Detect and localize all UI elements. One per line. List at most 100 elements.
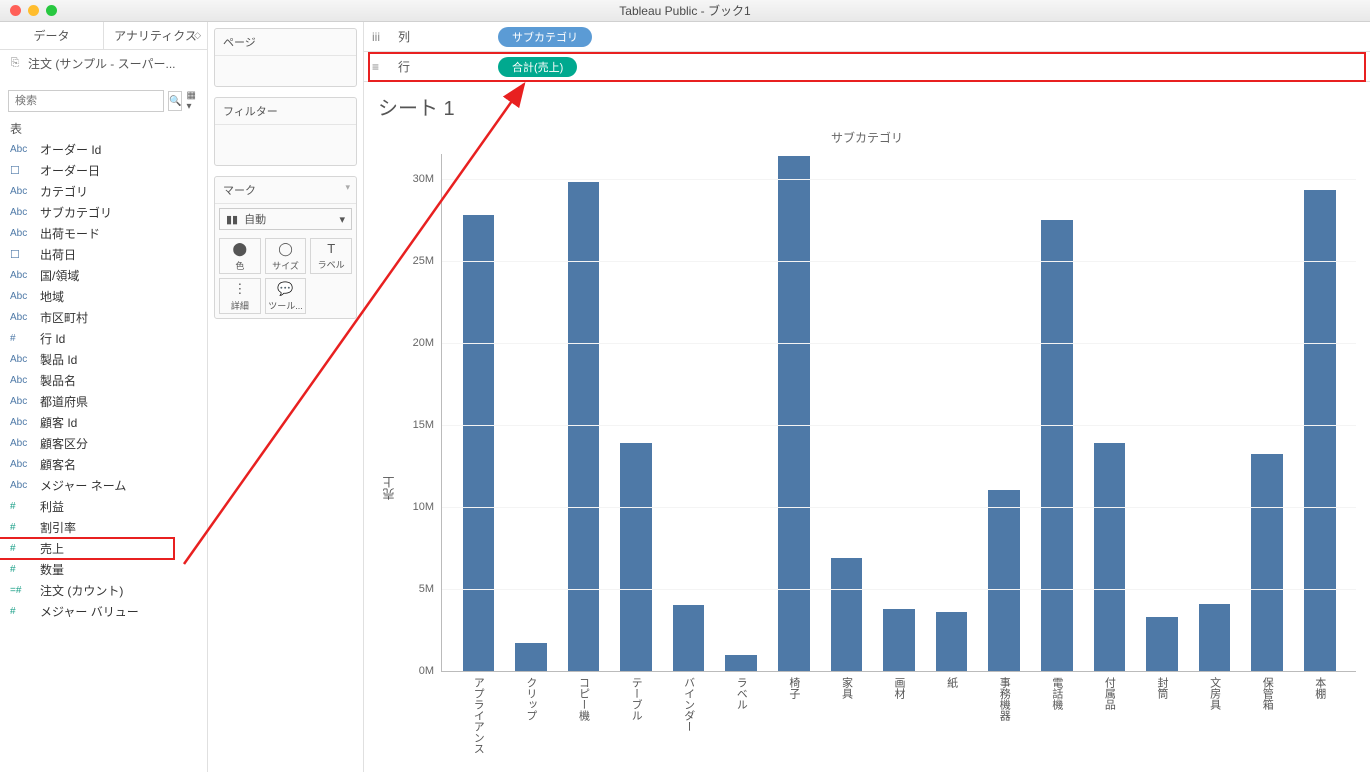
- bar-文房具[interactable]: [1199, 604, 1231, 671]
- field-サブカテゴリ[interactable]: Abcサブカテゴリ: [0, 202, 207, 223]
- field-注文 (カウント)[interactable]: =#注文 (カウント): [0, 580, 207, 601]
- x-label: バインダー: [662, 673, 715, 763]
- text-icon: Abc: [10, 417, 32, 428]
- filters-shelf-label: フィルター: [223, 106, 278, 118]
- field-売上[interactable]: #売上: [0, 538, 207, 559]
- tab-analytics-label: アナリティクス: [114, 27, 197, 44]
- filters-shelf[interactable]: フィルター: [214, 97, 357, 166]
- field-利益[interactable]: #利益: [0, 496, 207, 517]
- chevron-icon: ◇: [194, 30, 201, 41]
- mark-button-色[interactable]: ⬤色: [219, 238, 261, 274]
- field-割引率[interactable]: #割引率: [0, 517, 207, 538]
- bar-クリップ[interactable]: [515, 643, 547, 671]
- plot-area[interactable]: 0M5M10M15M20M25M30M アプライアンスクリップコピー機テーブルバ…: [441, 154, 1356, 672]
- pill-sum-sales-label: 合計(売上): [512, 59, 563, 75]
- field-label: カテゴリ: [40, 183, 197, 200]
- rows-label: 行: [398, 58, 488, 75]
- field-顧客 Id[interactable]: Abc顧客 Id: [0, 412, 207, 433]
- calendar-icon: ☐: [10, 248, 32, 261]
- bar-slot: [662, 154, 715, 671]
- number-icon: #: [10, 333, 32, 344]
- columns-shelf[interactable]: iii 列 サブカテゴリ: [364, 22, 1370, 52]
- field-label: 数量: [40, 561, 197, 578]
- y-tick: 20M: [413, 337, 434, 349]
- field-都道府県[interactable]: Abc都道府県: [0, 391, 207, 412]
- bar-椅子[interactable]: [778, 156, 810, 671]
- bar-事務機器[interactable]: [988, 490, 1020, 671]
- bar-バインダー[interactable]: [673, 605, 705, 671]
- bar-slot: [557, 154, 610, 671]
- mark-type-label: 自動: [244, 211, 266, 227]
- bar-slot: [873, 154, 926, 671]
- bar-slot: [820, 154, 873, 671]
- tab-analytics[interactable]: アナリティクス◇: [104, 22, 207, 49]
- field-数量[interactable]: #数量: [0, 559, 207, 580]
- text-icon: Abc: [10, 312, 32, 323]
- mark-type-dropdown[interactable]: ▮▮自動 ▾: [219, 208, 352, 230]
- text-icon: Abc: [10, 207, 32, 218]
- bar-画材[interactable]: [883, 609, 915, 671]
- sheet-title[interactable]: シート 1: [364, 82, 1370, 125]
- pill-subcategory[interactable]: サブカテゴリ: [498, 27, 592, 47]
- field-市区町村[interactable]: Abc市区町村: [0, 307, 207, 328]
- field-顧客名[interactable]: Abc顧客名: [0, 454, 207, 475]
- bar-保管箱[interactable]: [1251, 454, 1283, 671]
- bar-電話機[interactable]: [1041, 220, 1073, 671]
- number-icon: #: [10, 522, 32, 533]
- mark-button-ラベル[interactable]: Tラベル: [310, 238, 352, 274]
- text-icon: Abc: [10, 480, 32, 491]
- field-メジャー ネーム[interactable]: Abcメジャー ネーム: [0, 475, 207, 496]
- pill-sum-sales[interactable]: 合計(売上): [498, 57, 577, 77]
- x-label: 本棚: [1294, 673, 1347, 763]
- tab-data[interactable]: データ: [0, 22, 104, 49]
- window-title: Tableau Public - ブック1: [0, 2, 1370, 19]
- bar-slot: [505, 154, 558, 671]
- x-label: 付属品: [1083, 673, 1136, 763]
- bar-slot: [978, 154, 1031, 671]
- field-label: 顧客名: [40, 456, 197, 473]
- bar-slot: [925, 154, 978, 671]
- field-オーダー日[interactable]: ☐オーダー日: [0, 160, 207, 181]
- bar-コピー機[interactable]: [568, 182, 600, 671]
- worksheet-area: iii 列 サブカテゴリ ≡ 行 合計(売上) シート 1 サブカテゴリ 売上 …: [364, 22, 1370, 772]
- text-icon: Abc: [10, 144, 32, 155]
- x-label: 文房具: [1188, 673, 1241, 763]
- field-label: 行 Id: [40, 330, 197, 347]
- bar-slot: [768, 154, 821, 671]
- mark-button-ツール...[interactable]: 💬ツール...: [265, 278, 307, 314]
- field-国/領域[interactable]: Abc国/領域: [0, 265, 207, 286]
- bar-アプライアンス[interactable]: [463, 215, 495, 671]
- field-製品名[interactable]: Abc製品名: [0, 370, 207, 391]
- bar-テーブル[interactable]: [620, 443, 652, 671]
- search-icon[interactable]: 🔍: [168, 91, 182, 111]
- bar-家具[interactable]: [831, 558, 863, 671]
- field-出荷モード[interactable]: Abc出荷モード: [0, 223, 207, 244]
- view-list-icon[interactable]: ▦ ▾: [186, 91, 199, 111]
- bar-本棚[interactable]: [1304, 190, 1336, 671]
- field-メジャー バリュー[interactable]: #メジャー バリュー: [0, 601, 207, 622]
- datasource-row[interactable]: ⎘ 注文 (サンプル - スーパー...: [0, 50, 207, 76]
- search-input[interactable]: [8, 90, 164, 112]
- mark-label: 詳細: [231, 299, 249, 312]
- field-顧客区分[interactable]: Abc顧客区分: [0, 433, 207, 454]
- field-オーダー Id[interactable]: Abcオーダー Id: [0, 139, 207, 160]
- mark-button-サイズ[interactable]: ◯サイズ: [265, 238, 307, 274]
- field-出荷日[interactable]: ☐出荷日: [0, 244, 207, 265]
- bar-ラベル[interactable]: [725, 655, 757, 671]
- bar-紙[interactable]: [936, 612, 968, 671]
- field-製品 Id[interactable]: Abc製品 Id: [0, 349, 207, 370]
- mark-icon: ⋮: [233, 281, 246, 297]
- rows-shelf[interactable]: ≡ 行 合計(売上): [364, 52, 1370, 82]
- chevron-down-icon: ▾: [339, 213, 345, 226]
- field-行 Id[interactable]: # 行 Id: [0, 328, 207, 349]
- mark-button-詳細[interactable]: ⋮ 詳細: [219, 278, 261, 314]
- chart-container: サブカテゴリ 売上 0M5M10M15M20M25M30M アプライアンスクリッ…: [364, 125, 1370, 772]
- chevron-down-icon: ▾: [345, 182, 350, 193]
- number-icon: #: [10, 501, 32, 512]
- pages-shelf[interactable]: ページ: [214, 28, 357, 87]
- field-地域[interactable]: Abc地域: [0, 286, 207, 307]
- field-カテゴリ[interactable]: Abcカテゴリ: [0, 181, 207, 202]
- rows-icon: ≡: [372, 60, 388, 74]
- bar-封筒[interactable]: [1146, 617, 1178, 671]
- bar-付属品[interactable]: [1094, 443, 1126, 671]
